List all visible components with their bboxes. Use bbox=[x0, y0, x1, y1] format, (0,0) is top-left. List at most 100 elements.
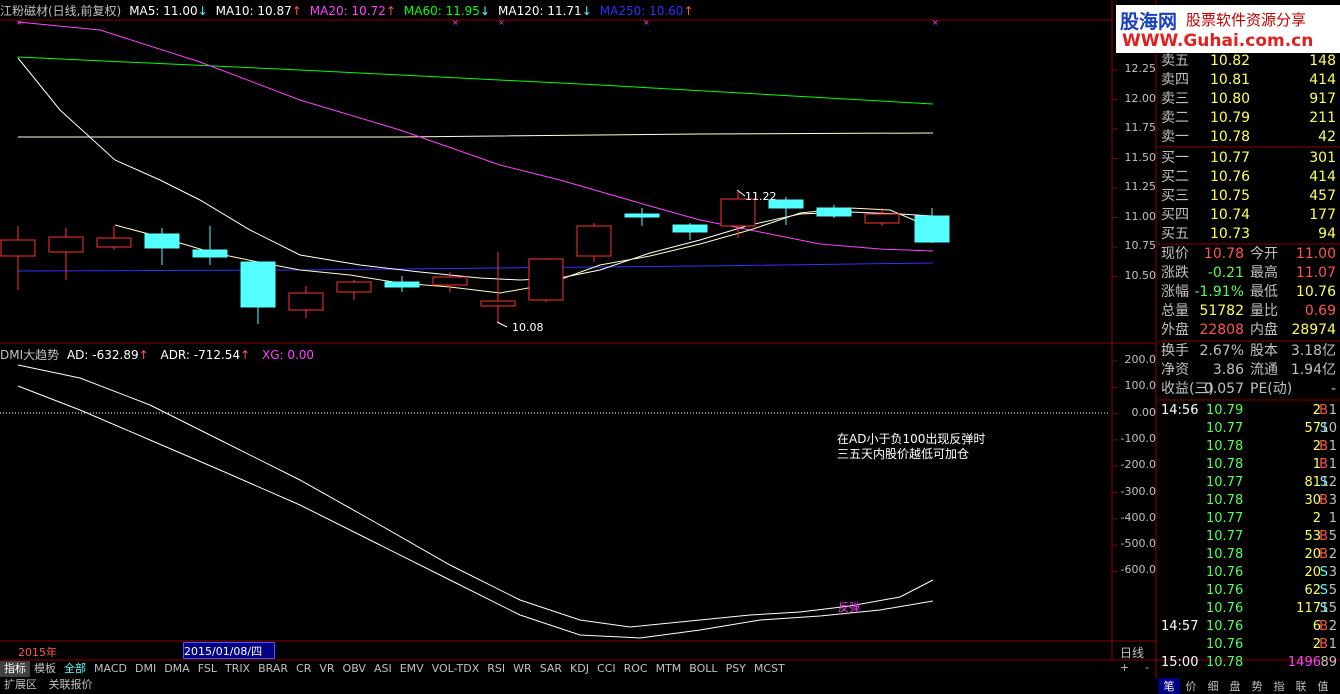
right-panel-tab[interactable]: 联 bbox=[1290, 678, 1312, 694]
stock-title[interactable]: 江粉磁材(日线,前复权) bbox=[0, 4, 121, 18]
indicator-tab[interactable]: 模板 bbox=[30, 661, 60, 677]
tick-row[interactable]: 10.78 30 B 3 bbox=[1158, 492, 1340, 510]
tick-row[interactable]: 10.76 20 S 3 bbox=[1158, 564, 1340, 582]
right-panel-tab[interactable]: 细 bbox=[1202, 678, 1224, 694]
tick-time: 15:00 bbox=[1161, 655, 1199, 670]
indicator-tick-label: 100.0 bbox=[1124, 379, 1157, 393]
quote-label: 涨幅 bbox=[1161, 284, 1189, 300]
indicator-tab[interactable]: RSI bbox=[483, 661, 509, 677]
tick-row[interactable]: 14:57 10.76 6 B 2 bbox=[1158, 618, 1340, 636]
indicator-tab[interactable]: DMI bbox=[131, 661, 160, 677]
buy-volume: 94 bbox=[1318, 226, 1336, 242]
logo-url: WWW.Guhai.com.cn bbox=[1122, 31, 1314, 51]
indicator-tab[interactable]: VOL-TDX bbox=[428, 661, 484, 677]
related-quote-tab[interactable]: 关联报价 bbox=[49, 678, 93, 691]
indicator-tab[interactable]: WR bbox=[509, 661, 536, 677]
indicator-tab[interactable]: MACD bbox=[90, 661, 131, 677]
tick-direction: B bbox=[1319, 403, 1328, 418]
tick-count: 2 bbox=[1328, 547, 1337, 562]
buy-row[interactable]: 买四 10.74 177 bbox=[1158, 206, 1340, 225]
extension-area-tab[interactable]: 扩展区 bbox=[4, 678, 37, 691]
buy-row[interactable]: 买二 10.76 414 bbox=[1158, 168, 1340, 187]
right-panel-tab[interactable]: 势 bbox=[1246, 678, 1268, 694]
svg-text:×: × bbox=[452, 18, 459, 27]
indicator-tab[interactable]: MCST bbox=[750, 661, 789, 677]
quote-label-2: 内盘 bbox=[1250, 322, 1278, 338]
tick-row[interactable]: 10.77 2 1 bbox=[1158, 510, 1340, 528]
candle-body bbox=[672, 224, 708, 233]
right-panel-tabs: 笔价细盘势指联值 bbox=[1158, 678, 1340, 694]
tick-row[interactable]: 14:56 10.79 2 B 1 bbox=[1158, 402, 1340, 420]
indicator-tick-label: -400.0 bbox=[1120, 510, 1156, 524]
tick-direction: S bbox=[1319, 583, 1328, 598]
candle-body bbox=[144, 233, 180, 249]
candle-body bbox=[864, 213, 900, 224]
right-panel-tab[interactable]: 值 bbox=[1312, 678, 1334, 694]
tick-row[interactable]: 10.78 1 B 1 bbox=[1158, 456, 1340, 474]
candle-body bbox=[816, 207, 852, 217]
indicator-tab[interactable]: KDJ bbox=[566, 661, 593, 677]
tick-row[interactable]: 10.78 20 B 2 bbox=[1158, 546, 1340, 564]
indicator-tab[interactable]: VR bbox=[315, 661, 338, 677]
zoom-out-button[interactable]: - bbox=[1137, 661, 1157, 674]
tick-row[interactable]: 10.76 117 S 15 bbox=[1158, 600, 1340, 618]
indicator-tab[interactable]: ASI bbox=[370, 661, 396, 677]
buy-row[interactable]: 买一 10.77 301 bbox=[1158, 149, 1340, 168]
tick-row[interactable]: 10.77 81 S 12 bbox=[1158, 474, 1340, 492]
bottom-bar: 扩展区 关联报价 bbox=[0, 678, 93, 691]
quote-label-2: 量比 bbox=[1250, 303, 1278, 319]
indicator-tab[interactable]: BOLL bbox=[685, 661, 721, 677]
indicator-tab[interactable]: SAR bbox=[536, 661, 566, 677]
indicator-tab[interactable]: MTM bbox=[652, 661, 686, 677]
buy-row[interactable]: 买三 10.75 457 bbox=[1158, 187, 1340, 206]
indicator-tab[interactable]: EMV bbox=[396, 661, 428, 677]
buy-row[interactable]: 买五 10.73 94 bbox=[1158, 225, 1340, 244]
sell-label: 卖四 bbox=[1161, 72, 1189, 88]
tick-row[interactable]: 10.76 2 B 1 bbox=[1158, 636, 1340, 654]
sell-row[interactable]: 卖二 10.79 211 bbox=[1158, 109, 1340, 128]
sell-volume: 414 bbox=[1309, 72, 1336, 88]
candle-body bbox=[288, 292, 324, 311]
quote-value-2: 0.69 bbox=[1304, 303, 1336, 319]
sell-row[interactable]: 卖一 10.78 42 bbox=[1158, 128, 1340, 147]
sell-row[interactable]: 卖五 10.82 148 bbox=[1158, 52, 1340, 71]
quote-row: 净资 3.86 流通 1.94亿 bbox=[1158, 361, 1340, 380]
period-label[interactable]: 日线 bbox=[1120, 644, 1144, 661]
indicator-tab[interactable]: DMA bbox=[160, 661, 194, 677]
indicator-tab[interactable]: BRAR bbox=[254, 661, 292, 677]
candle-body bbox=[336, 281, 372, 293]
tick-row[interactable]: 15:00 10.78 1496 89 bbox=[1158, 654, 1340, 672]
indicator-header: DMI大趋势 AD: -632.89↑ ADR: -712.54↑ XG: 0.… bbox=[0, 346, 314, 363]
indicator-tab[interactable]: CCI bbox=[593, 661, 620, 677]
right-panel-tab[interactable]: 盘 bbox=[1224, 678, 1246, 694]
right-panel-tab[interactable]: 笔 bbox=[1158, 678, 1180, 694]
sell-row[interactable]: 卖三 10.80 917 bbox=[1158, 90, 1340, 109]
indicator-tab[interactable]: FSL bbox=[194, 661, 221, 677]
indicator-tab[interactable]: PSY bbox=[722, 661, 750, 677]
sell-row[interactable]: 卖四 10.81 414 bbox=[1158, 71, 1340, 90]
indicator-tab[interactable]: 全部 bbox=[60, 661, 90, 677]
tick-row[interactable]: 10.77 57 S 10 bbox=[1158, 420, 1340, 438]
tick-count: 12 bbox=[1320, 475, 1337, 490]
rebound-label: 反弹 bbox=[838, 601, 860, 614]
quote-row: 涨幅 -1.91% 最低 10.76 bbox=[1158, 283, 1340, 302]
price-tick-label: 10.75 bbox=[1124, 239, 1157, 252]
indicator-tab[interactable]: ROC bbox=[620, 661, 652, 677]
indicator-tab[interactable]: TRIX bbox=[221, 661, 254, 677]
indicator-name[interactable]: DMI大趋势 bbox=[0, 348, 59, 362]
buy-price: 10.73 bbox=[1210, 226, 1251, 242]
right-panel-tab[interactable]: 指 bbox=[1268, 678, 1290, 694]
indicator-tab[interactable]: CR bbox=[292, 661, 315, 677]
ma250-label: MA250: 10.60↑ bbox=[599, 4, 694, 18]
indicator-tab[interactable]: 指标 bbox=[0, 661, 30, 677]
tick-row[interactable]: 10.78 2 B 1 bbox=[1158, 438, 1340, 456]
right-panel-tab[interactable]: 价 bbox=[1180, 678, 1202, 694]
indicator-tab[interactable]: OBV bbox=[339, 661, 370, 677]
quote-value: 2.67% bbox=[1199, 343, 1244, 359]
zoom-in-button[interactable]: + bbox=[1112, 661, 1137, 674]
tick-row[interactable]: 10.76 62 S 5 bbox=[1158, 582, 1340, 600]
price-tick-label: 11.00 bbox=[1124, 209, 1157, 223]
tick-row[interactable]: 10.77 53 B 5 bbox=[1158, 528, 1340, 546]
quote-value: -1.91% bbox=[1194, 284, 1244, 300]
quote-value-2: - bbox=[1330, 381, 1336, 397]
